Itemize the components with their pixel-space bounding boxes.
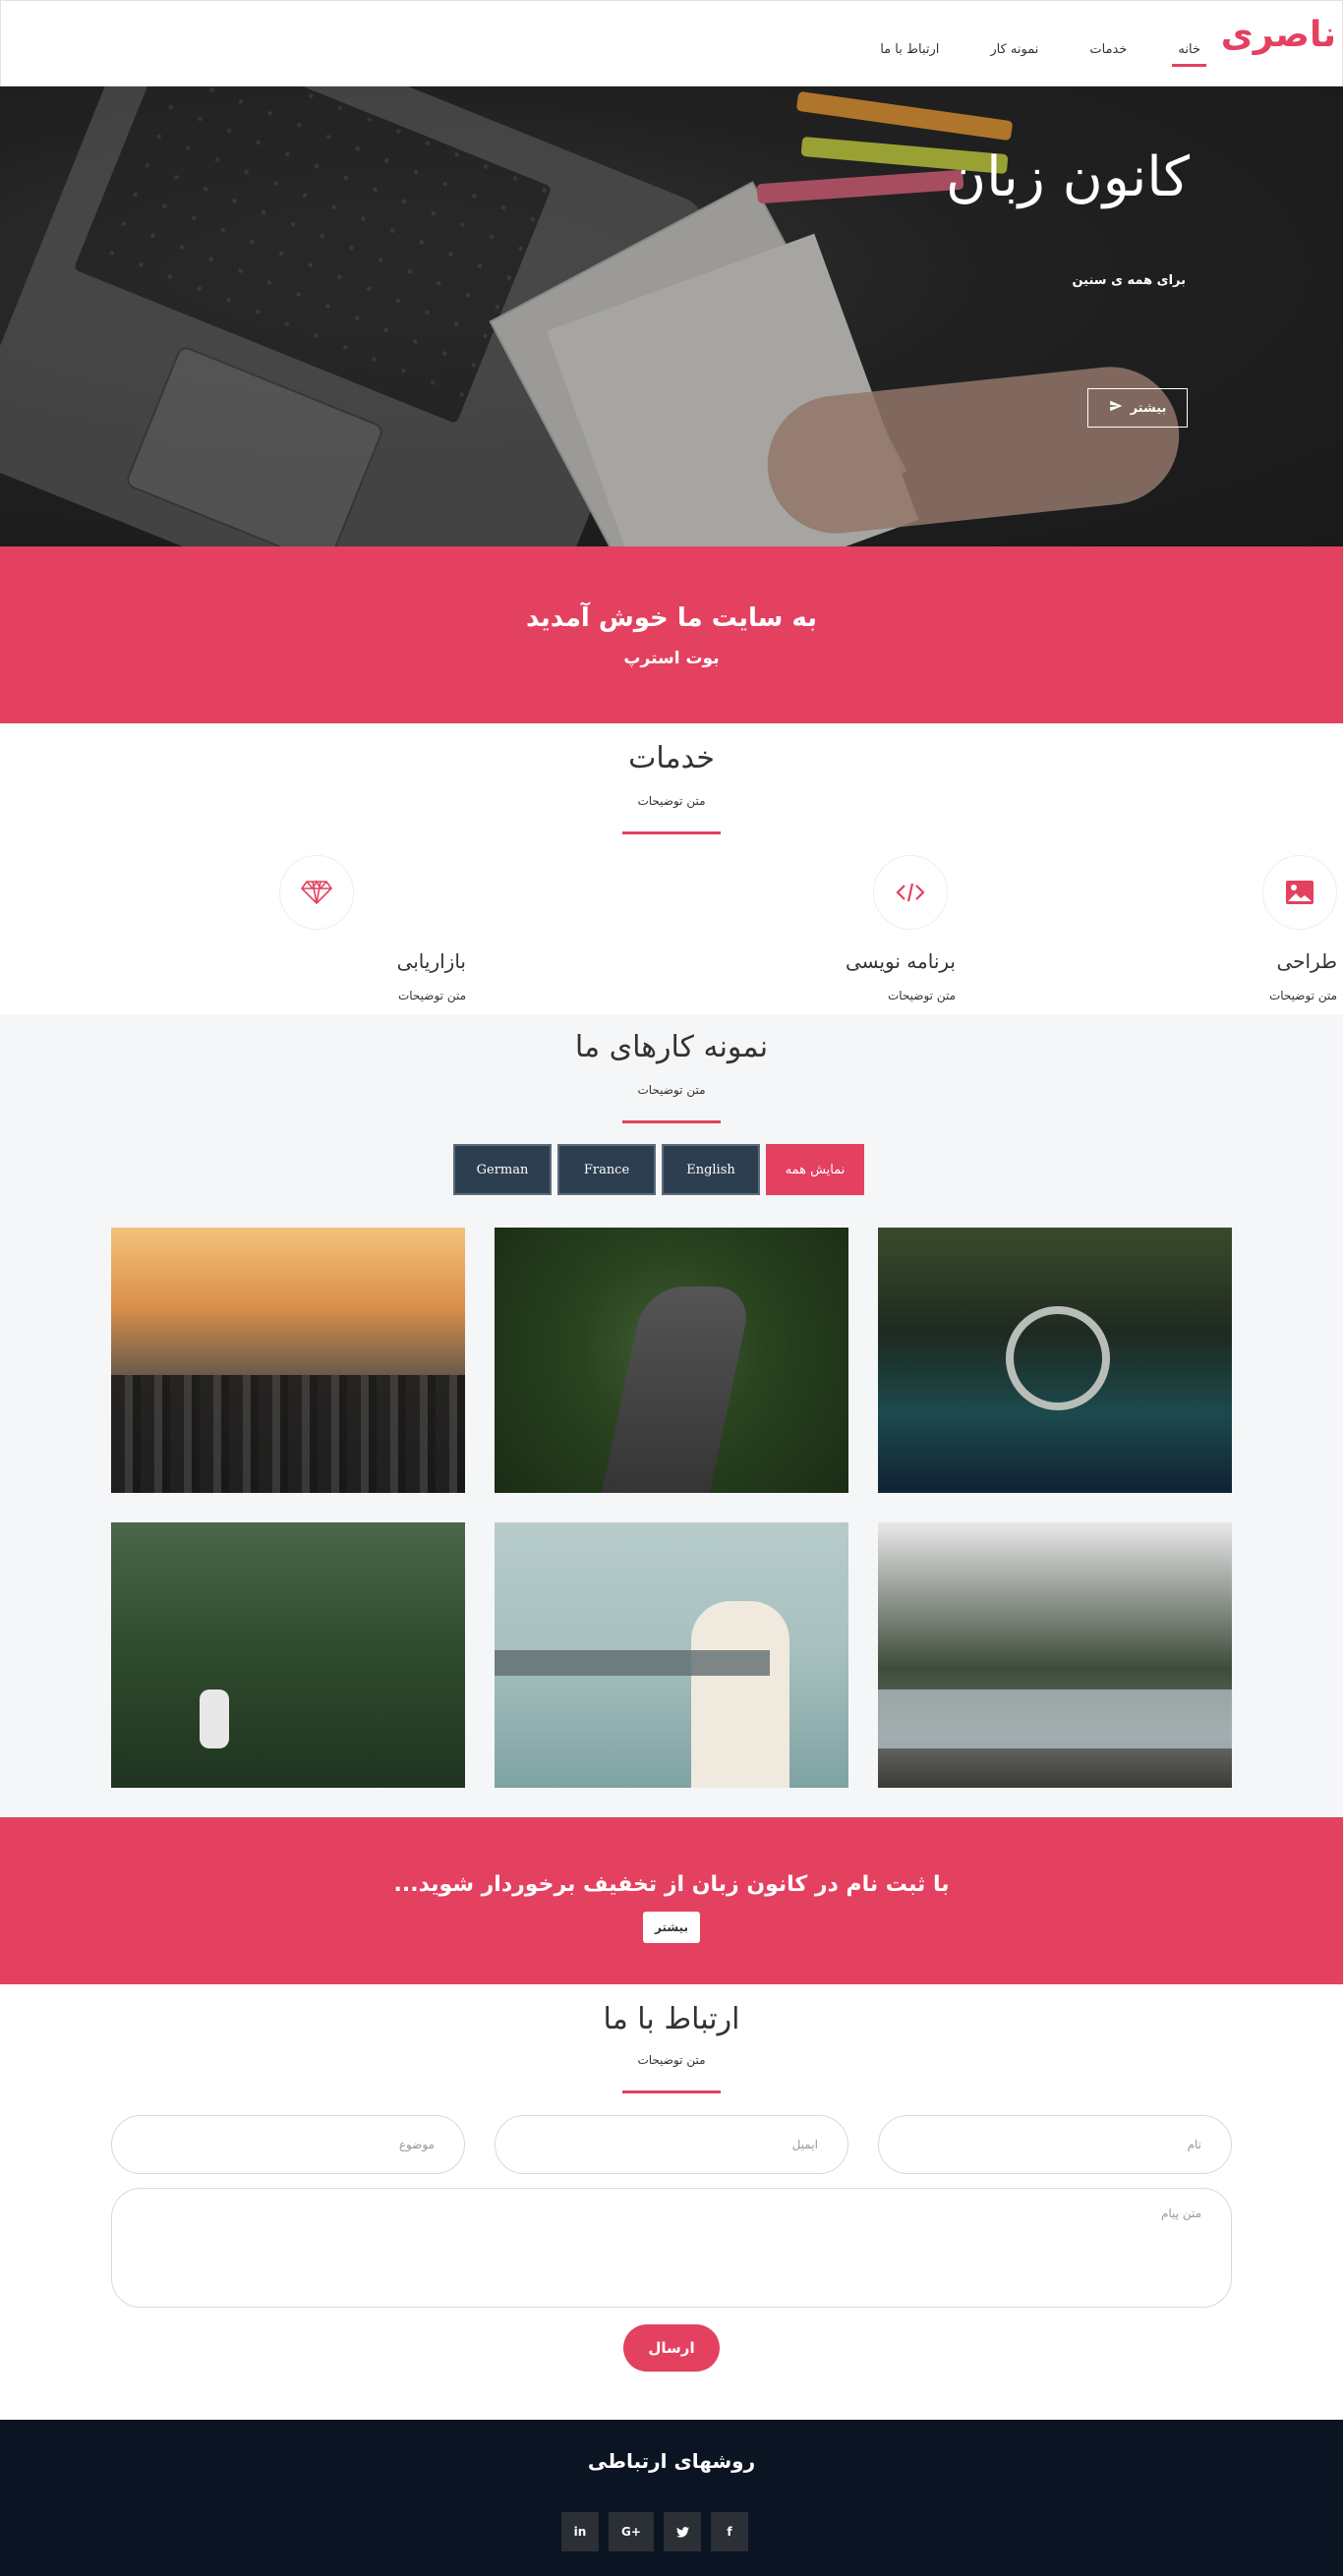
hero-more-button[interactable]: بیشتر [1087, 388, 1188, 428]
footer: روشهای ارتباطی in G+ f [0, 2420, 1343, 2576]
hero-subtitle: برای همه ی سنین [1072, 273, 1186, 288]
welcome-banner: به سایت ما خوش آمدید بوت استرپ [0, 546, 1343, 723]
brand-logo[interactable]: ناصری [1221, 15, 1336, 55]
service-description: متن توضیحات [1268, 989, 1337, 1002]
nav-item-contact[interactable]: ارتباط با ما [854, 1, 964, 87]
filter-france[interactable]: France [557, 1144, 656, 1195]
section-title: خدمات [628, 741, 715, 775]
portfolio-item-trees[interactable] [111, 1522, 465, 1788]
nav-item-home[interactable]: خانه [1152, 1, 1226, 87]
portfolio-filters: German France English نمایش همه [453, 1144, 864, 1195]
signup-banner: با ثبت نام در کانون زبان از تخفیف برخورد… [0, 1817, 1343, 1984]
contact-section: ارتباط با ما متن توضیحات ارسال [0, 1984, 1343, 2420]
hero-title: کانون زبان [946, 145, 1190, 209]
image-icon [1262, 855, 1337, 930]
portfolio-section: نمونه کارهای ما متن توضیحات German Franc… [0, 1014, 1343, 1817]
service-title: برنامه نویسی [845, 949, 956, 973]
google-plus-icon[interactable]: G+ [609, 2512, 654, 2551]
service-description: متن توضیحات [397, 989, 466, 1002]
nav-item-portfolio[interactable]: نمونه کار [964, 1, 1064, 87]
code-icon [873, 855, 948, 930]
service-card-design: طراحی متن توضیحات [1081, 855, 1337, 1012]
service-title: طراحی [1276, 949, 1337, 973]
portfolio-item-city[interactable] [111, 1228, 465, 1493]
portfolio-item-river[interactable] [878, 1522, 1232, 1788]
signup-more-button[interactable]: بیشتر [643, 1912, 700, 1943]
section-divider [622, 831, 721, 834]
filter-german[interactable]: German [453, 1144, 552, 1195]
filter-english[interactable]: English [662, 1144, 760, 1195]
email-field[interactable] [495, 2115, 848, 2174]
message-field[interactable] [111, 2188, 1232, 2308]
paper-plane-icon [1109, 399, 1123, 417]
portfolio-item-car[interactable] [878, 1228, 1232, 1493]
section-description: متن توضیحات [637, 1083, 706, 1097]
top-navbar: ناصری خانه خدمات نمونه کار ارتباط با ما [0, 0, 1343, 86]
portfolio-item-sea[interactable] [495, 1522, 848, 1788]
diamond-icon [279, 855, 354, 930]
section-description: متن توضیحات [637, 2053, 706, 2067]
footer-title: روشهای ارتباطی [587, 2449, 756, 2473]
send-button[interactable]: ارسال [623, 2324, 720, 2372]
section-title: ارتباط با ما [603, 2002, 740, 2036]
service-card-programming: برنامه نویسی متن توضیحات [700, 855, 956, 1012]
page: ناصری خانه خدمات نمونه کار ارتباط با ما … [0, 0, 1343, 2576]
services-section: خدمات متن توضیحات طراحی متن توضیحات برنا… [0, 723, 1343, 1014]
section-divider [622, 1120, 721, 1123]
section-description: متن توضیحات [637, 794, 706, 808]
linkedin-icon[interactable]: in [561, 2512, 599, 2551]
welcome-title: به سایت ما خوش آمدید [526, 603, 817, 633]
name-field[interactable] [878, 2115, 1232, 2174]
subject-field[interactable] [111, 2115, 465, 2174]
portfolio-item-forest[interactable] [495, 1228, 848, 1493]
service-card-marketing: بازاریابی متن توضیحات [210, 855, 466, 1012]
section-title: نمونه کارهای ما [574, 1030, 769, 1064]
nav-item-services[interactable]: خدمات [1064, 1, 1152, 87]
social-links: in G+ f [561, 2512, 748, 2551]
twitter-icon[interactable] [664, 2512, 701, 2551]
facebook-icon[interactable]: f [711, 2512, 748, 2551]
section-divider [622, 2090, 721, 2093]
signup-banner-text: با ثبت نام در کانون زبان از تخفیف برخورد… [393, 1872, 950, 1897]
service-description: متن توضیحات [887, 989, 956, 1002]
hero-button-label: بیشتر [1130, 400, 1167, 416]
filter-show-all[interactable]: نمایش همه [766, 1144, 864, 1195]
service-title: بازاریابی [396, 949, 466, 973]
nav-links: خانه خدمات نمونه کار ارتباط با ما [854, 1, 1226, 87]
hero-section: کانون زبان برای همه ی سنین بیشتر [0, 86, 1343, 546]
welcome-subtitle: بوت استرپ [623, 649, 720, 668]
